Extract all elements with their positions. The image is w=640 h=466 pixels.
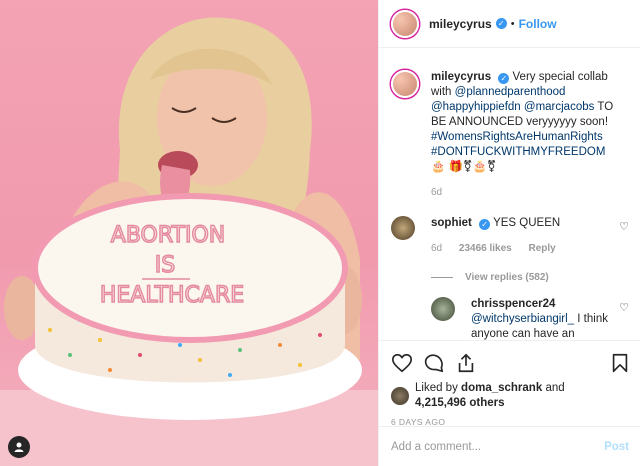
user-tag-button[interactable] [8, 436, 30, 458]
comment-meta: 6d 23466 likes Reply [431, 241, 621, 256]
caption-text: mileycyrus ✓ Very special collab with @p… [431, 70, 621, 200]
cake-text-1: ABORTION [111, 223, 225, 248]
likes-count[interactable]: 4,215,496 others [415, 397, 505, 409]
comments-list[interactable]: mileycyrus ✓ Very special collab with @p… [379, 58, 640, 340]
likes-and: and [545, 382, 565, 394]
comment-item: sophiet ✓ YES QUEEN 6d 23466 likes Reply… [379, 216, 640, 256]
commenter-avatar[interactable] [431, 297, 455, 321]
cake-text-3: HEALTHCARE [100, 283, 244, 308]
avatar[interactable] [391, 9, 419, 38]
verified-icon: ✓ [498, 73, 510, 84]
post-image[interactable]: ABORTION IS HEALTHCARE [0, 0, 378, 466]
post-photo-illustration: ABORTION IS HEALTHCARE [0, 17, 378, 466]
caption-meta: 6d [431, 185, 621, 200]
liker-username[interactable]: doma_schrank [461, 382, 542, 394]
hashtag-link[interactable]: #DONTFUCKWITHMYFREEDOM [431, 146, 605, 158]
likes-summary: Liked by doma_schrank and 4,215,496 othe… [391, 381, 631, 411]
mention-link[interactable]: @witchyserbiangirl_ [471, 313, 574, 325]
comment-text: sophiet ✓ YES QUEEN 6d 23466 likes Reply [431, 216, 621, 256]
commenter-avatar[interactable] [391, 216, 415, 240]
divider [431, 277, 453, 278]
caption: mileycyrus ✓ Very special collab with @p… [379, 70, 640, 200]
mention-link[interactable]: @happyhippiefdn [431, 101, 521, 113]
view-replies-label[interactable]: View replies (582) [465, 272, 549, 283]
comment-likes[interactable]: 23466 likes [459, 243, 512, 254]
emoji-sequence: 🎁⚧🎂⚧ [448, 161, 497, 173]
left-hand [4, 276, 40, 340]
separator-dot: • [510, 17, 515, 30]
post-button[interactable]: Post [604, 441, 629, 453]
liker-avatar[interactable] [391, 387, 409, 405]
bookmark-icon[interactable] [609, 352, 631, 374]
cake-text-2: IS [155, 253, 175, 278]
header-username[interactable]: mileycyrus [429, 17, 492, 31]
cake-top [32, 193, 348, 343]
hashtag-link[interactable]: #WomensRightsAreHumanRights [431, 131, 603, 143]
comment-icon[interactable] [423, 352, 445, 374]
action-bar: Liked by doma_schrank and 4,215,496 othe… [379, 340, 640, 427]
likes-text: Liked by doma_schrank and 4,215,496 othe… [415, 381, 565, 411]
action-icons [391, 349, 631, 377]
view-replies[interactable]: View replies (582) [431, 272, 640, 283]
instagram-post: ABORTION IS HEALTHCARE mileycyrus ✓ • Fo… [0, 0, 640, 466]
caption-age: 6d [431, 187, 443, 198]
comment-username[interactable]: sophiet [431, 217, 472, 229]
reply-button[interactable]: Reply [529, 243, 556, 254]
comment-item: chrisspencer24 @witchyserbiangirl_ I thi… [419, 297, 640, 340]
comment-text: chrisspencer24 @witchyserbiangirl_ I thi… [471, 297, 611, 340]
caption-avatar[interactable] [391, 70, 419, 98]
comment-input[interactable] [391, 440, 605, 453]
post-header: mileycyrus ✓ • Follow [379, 0, 640, 48]
user-tag-icon [14, 442, 24, 452]
comment-age: 6d [431, 243, 443, 254]
comment-username[interactable]: chrisspencer24 [471, 298, 555, 310]
heart-icon[interactable] [391, 352, 413, 374]
add-comment-bar: Post [379, 426, 640, 466]
comment-body: YES QUEEN [493, 217, 561, 229]
heart-icon[interactable]: ♡ [619, 220, 629, 233]
cake-emoji: 🎂 [431, 161, 446, 173]
follow-button[interactable]: Follow [519, 17, 557, 31]
likes-prefix: Liked by [415, 382, 458, 394]
verified-icon: ✓ [479, 219, 491, 230]
mention-link[interactable]: @marcjacobs [524, 101, 594, 113]
share-icon[interactable] [455, 352, 477, 374]
mention-link[interactable]: @plannedparenthood [455, 86, 566, 98]
verified-icon: ✓ [495, 18, 507, 29]
heart-icon[interactable]: ♡ [619, 301, 629, 314]
post-sidebar: mileycyrus ✓ • Follow mileycyrus ✓ Very … [378, 0, 640, 466]
caption-username[interactable]: mileycyrus [431, 71, 491, 83]
